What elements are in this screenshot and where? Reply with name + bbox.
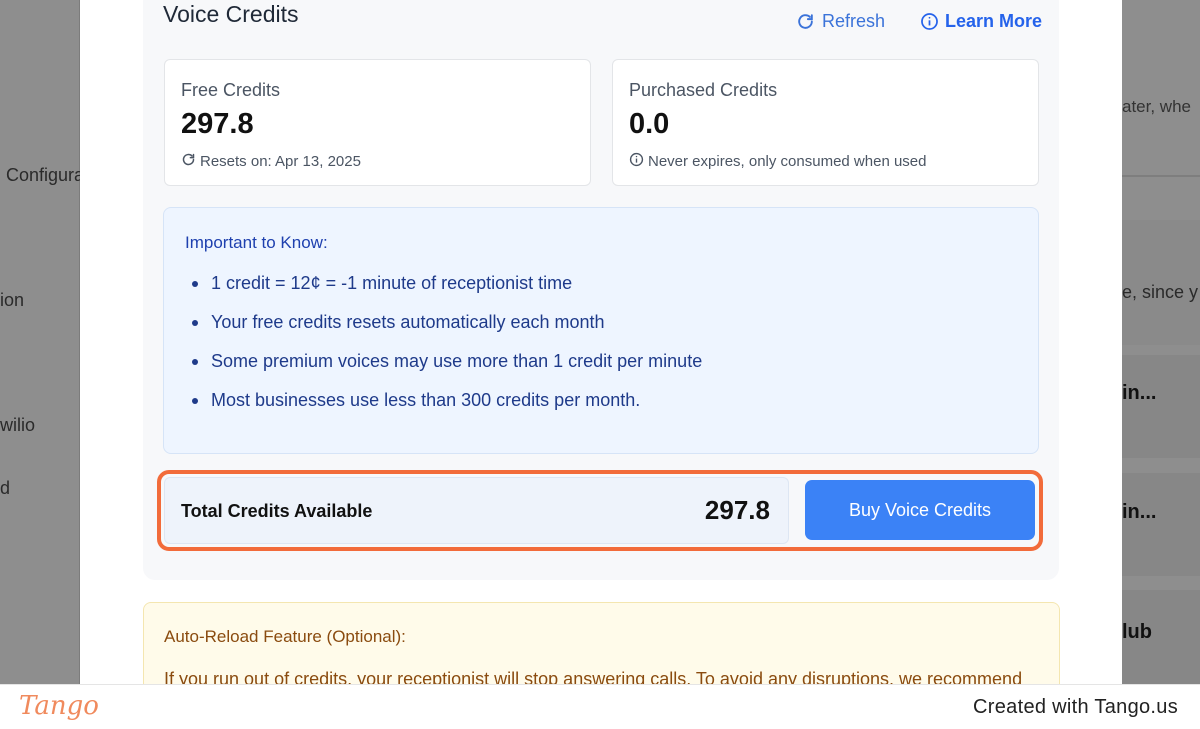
background-left-pane bbox=[0, 0, 80, 684]
background-text: in... bbox=[1122, 501, 1157, 523]
background-text: d bbox=[0, 478, 11, 498]
purchased-credits-expiry-text: Never expires, only consumed when used bbox=[648, 153, 927, 170]
purchased-credits-note: Never expires, only consumed when used bbox=[629, 152, 926, 171]
background-text: ion bbox=[0, 290, 25, 310]
learn-more-link[interactable]: Learn More bbox=[920, 9, 1042, 33]
background-text: lub bbox=[1122, 621, 1152, 643]
list-item: Most businesses use less than 300 credit… bbox=[192, 388, 702, 427]
list-item: Some premium voices may use more than 1 … bbox=[192, 349, 702, 388]
total-credits-bar: Total Credits Available 297.8 bbox=[164, 477, 789, 544]
refresh-button[interactable]: Refresh bbox=[796, 9, 885, 33]
purchased-credits-card: Purchased Credits 0.0 Never expires, onl… bbox=[612, 59, 1039, 186]
total-credits-value: 297.8 bbox=[704, 495, 770, 525]
background-card bbox=[1122, 473, 1200, 576]
reset-icon bbox=[181, 152, 196, 171]
important-info-box: Important to Know: 1 credit = 12¢ = -1 m… bbox=[163, 207, 1039, 454]
footer-credit-text: Created with Tango.us bbox=[973, 696, 1178, 718]
free-credits-value: 297.8 bbox=[181, 108, 254, 140]
refresh-icon bbox=[796, 12, 815, 31]
learn-more-label: Learn More bbox=[945, 10, 1043, 31]
background-card bbox=[1122, 355, 1200, 458]
background-text: wilio bbox=[0, 415, 36, 435]
background-text: in... bbox=[1122, 382, 1157, 404]
voice-credits-title: Voice Credits bbox=[163, 1, 299, 27]
list-item: 1 credit = 12¢ = -1 minute of receptioni… bbox=[192, 271, 702, 310]
auto-reload-title: Auto-Reload Feature (Optional): bbox=[164, 627, 406, 646]
background-text: ater, whe bbox=[1122, 97, 1191, 116]
free-credits-label: Free Credits bbox=[181, 80, 281, 100]
free-credits-card: Free Credits 297.8 Resets on: Apr 13, 20… bbox=[164, 59, 591, 186]
info-icon bbox=[629, 152, 644, 171]
buy-voice-credits-button[interactable]: Buy Voice Credits bbox=[805, 480, 1035, 540]
free-credits-note: Resets on: Apr 13, 2025 bbox=[181, 152, 361, 171]
purchased-credits-value: 0.0 bbox=[629, 108, 670, 140]
purchased-credits-label: Purchased Credits bbox=[629, 80, 778, 100]
background-text: Configura bbox=[6, 165, 85, 185]
important-info-title: Important to Know: bbox=[185, 233, 328, 252]
tango-footer: Tango Created with Tango.us bbox=[0, 684, 1200, 729]
list-item: Your free credits resets automatically e… bbox=[192, 310, 702, 349]
total-credits-label: Total Credits Available bbox=[181, 501, 373, 521]
tango-logo: Tango bbox=[19, 691, 99, 721]
free-credits-reset-text: Resets on: Apr 13, 2025 bbox=[200, 153, 361, 170]
background-divider bbox=[1122, 175, 1200, 177]
background-text: e, since y bbox=[1122, 282, 1199, 302]
important-info-list: 1 credit = 12¢ = -1 minute of receptioni… bbox=[192, 271, 702, 427]
refresh-label: Refresh bbox=[822, 10, 886, 31]
info-icon bbox=[920, 12, 939, 31]
